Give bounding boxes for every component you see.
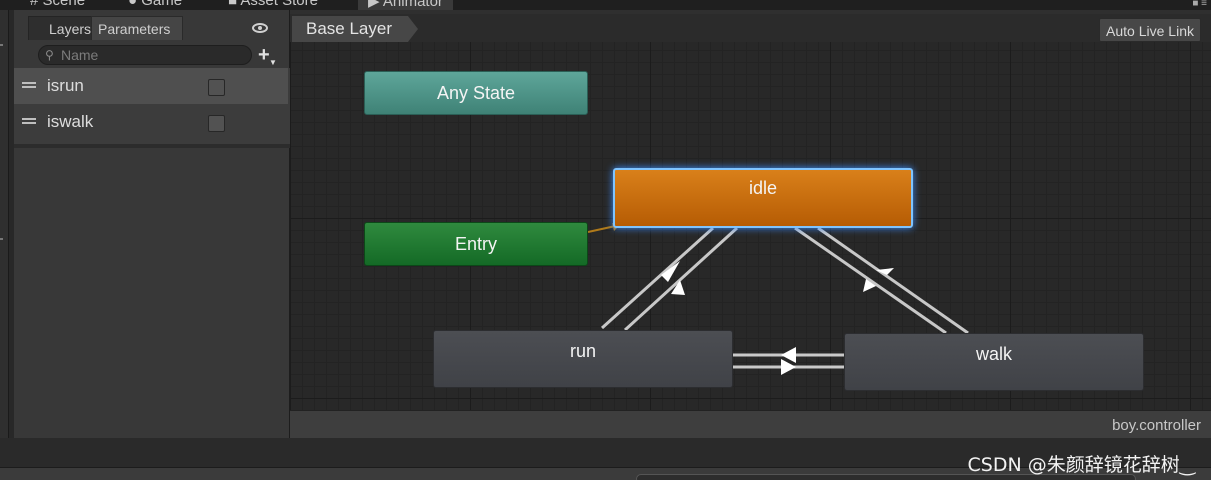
tab-animator[interactable]: ▶ Animator	[358, 0, 453, 10]
window-tab-bar: # Scene ● Game ■ Asset Store ▶ Animator …	[0, 0, 1211, 10]
auto-live-link-button[interactable]: Auto Live Link	[1099, 18, 1201, 42]
state-run[interactable]: run	[433, 330, 733, 388]
parameter-bool-checkbox[interactable]	[208, 115, 225, 132]
graph-footer: boy.controller	[290, 410, 1211, 438]
animator-window: # Scene ● Game ■ Asset Store ▶ Animator …	[0, 0, 1211, 480]
graph-header: Base Layer Auto Live Link	[290, 14, 1211, 42]
animator-icon: ▶	[368, 0, 380, 10]
tab-asset-store[interactable]: ■ Asset Store	[228, 0, 318, 10]
eye-icon[interactable]	[252, 23, 268, 33]
state-any-state[interactable]: Any State	[364, 71, 588, 115]
drag-handle-icon[interactable]	[22, 82, 36, 88]
left-edge-panel	[0, 10, 9, 438]
search-icon: ⚲	[45, 48, 54, 62]
dropdown-caret-icon: ▼	[269, 58, 277, 67]
drag-handle-icon[interactable]	[22, 118, 36, 124]
transition-idle-walk[interactable]	[794, 226, 947, 335]
parameter-bool-checkbox[interactable]	[208, 79, 225, 96]
search-field[interactable]: ⚲	[38, 45, 252, 65]
pacman-icon: ●	[128, 0, 138, 9]
parameter-name: iswalk	[47, 112, 94, 131]
tab-scene[interactable]: # Scene	[30, 0, 85, 10]
state-machine-graph: Base Layer Auto Live Link Any State Entr…	[290, 10, 1211, 438]
watermark: CSDN @朱颜辞镜花辞树‿	[967, 454, 1195, 476]
state-entry[interactable]: Entry	[364, 222, 588, 266]
state-walk[interactable]: walk	[844, 333, 1144, 391]
search-input[interactable]	[61, 47, 241, 63]
edge-mark	[0, 238, 3, 240]
graph-canvas[interactable]: Any State Entry idle run walk	[290, 42, 1211, 410]
breadcrumb-base-layer[interactable]: Base Layer	[292, 16, 418, 42]
parameter-row-isrun[interactable]: isrun	[14, 68, 288, 104]
state-idle[interactable]: idle	[613, 168, 913, 228]
transition-idle-run[interactable]	[600, 226, 715, 330]
hash-icon: #	[30, 0, 39, 9]
transition-walk-idle[interactable]	[817, 226, 969, 335]
add-parameter-icon[interactable]: +	[258, 45, 270, 65]
parameter-name: isrun	[47, 76, 84, 95]
panel-tabs: Layers Parameters	[14, 14, 290, 40]
edge-mark	[0, 44, 3, 46]
parameters-panel: Layers Parameters ⚲ + ▼ isrun iswalk	[14, 10, 290, 438]
bag-icon: ■	[228, 0, 238, 9]
tab-layers[interactable]: Layers	[28, 16, 100, 40]
tab-parameters[interactable]: Parameters	[91, 16, 183, 40]
controller-file-name: boy.controller	[1112, 417, 1201, 434]
parameter-list: isrun iswalk	[14, 68, 290, 148]
window-menu-icon[interactable]: ■ ≡	[1192, 0, 1207, 9]
tab-game[interactable]: ● Game	[128, 0, 182, 10]
transition-run-idle[interactable]	[623, 226, 739, 332]
parameter-row-iswalk[interactable]: iswalk	[14, 104, 288, 140]
